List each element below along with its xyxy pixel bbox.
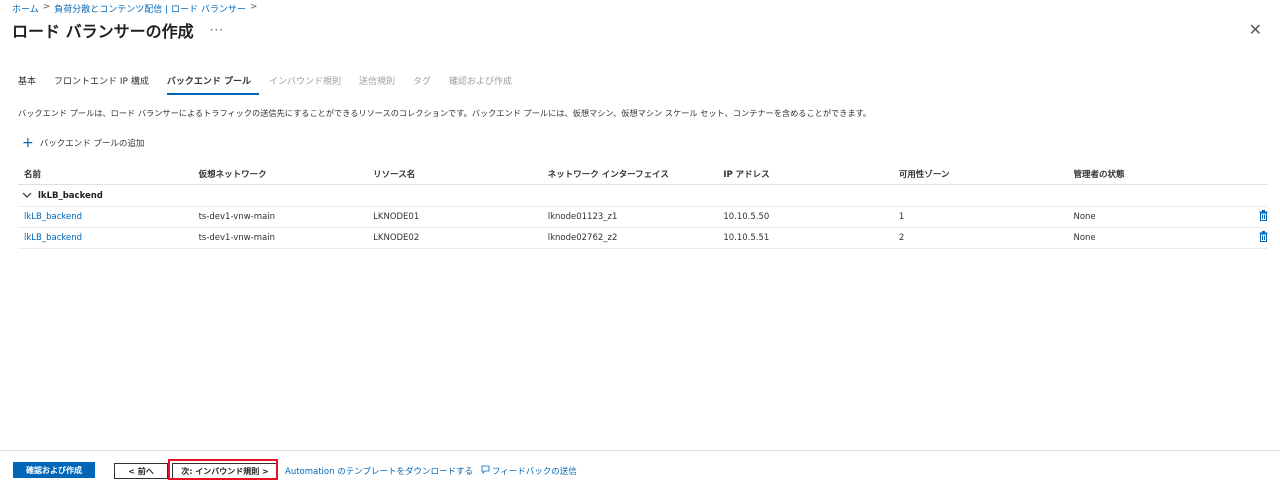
chevron-down-icon[interactable]	[22, 191, 32, 201]
highlight-box	[168, 459, 278, 480]
cell-vnet: ts-dev1-vnw-main	[198, 212, 275, 222]
cell-ip-address: 10.10.5.51	[723, 233, 770, 243]
header-vnet: 仮想ネットワーク	[198, 170, 267, 180]
table-row: lkLB_backend ts-dev1-vnw-main LKNODE01 l…	[18, 207, 1268, 228]
tab-basics[interactable]: 基本	[18, 72, 44, 95]
header-ip-address: IP アドレス	[723, 170, 770, 180]
breadcrumb-separator: >	[249, 2, 258, 12]
tab-outbound-rules[interactable]: 送信規則	[359, 72, 403, 95]
delete-icon[interactable]	[1238, 231, 1268, 245]
cell-nic: lknode01123_z1	[547, 212, 618, 222]
cell-nic: lknode02762_z2	[547, 233, 618, 243]
header-resource-name: リソース名	[373, 170, 416, 180]
more-options-icon[interactable]: ···	[210, 23, 224, 37]
cell-resource-name: LKNODE02	[373, 233, 420, 243]
cell-admin-state: None	[1073, 233, 1096, 243]
feedback-icon	[481, 465, 490, 477]
cell-admin-state: None	[1073, 212, 1096, 222]
header-admin-state: 管理者の状態	[1073, 170, 1125, 180]
tab-review-create[interactable]: 確認および作成	[449, 72, 520, 95]
description-text: バックエンド プールは、ロード バランサーによるトラフィックの送信先にすることが…	[18, 108, 872, 118]
pool-name-link[interactable]: lkLB_backend	[18, 212, 199, 222]
footer-links: Automation のテンプレートをダウンロードする フィードバックの送信	[285, 465, 577, 477]
backend-pool-table: 名前 仮想ネットワーク リソース名 ネットワーク インターフェイス IP アドレ…	[18, 164, 1268, 249]
page-title: ロード バランサーの作成	[12, 22, 194, 41]
close-icon[interactable]: ✕	[1249, 20, 1262, 39]
tab-tags[interactable]: タグ	[413, 72, 439, 95]
automation-template-link[interactable]: Automation のテンプレートをダウンロードする	[285, 465, 473, 477]
feedback-link[interactable]: フィードバックの送信	[481, 465, 577, 477]
pool-name-link[interactable]: lkLB_backend	[18, 233, 199, 243]
plus-icon: +	[22, 135, 34, 151]
add-backend-pool-button[interactable]: + バックエンド プールの追加	[22, 135, 145, 151]
breadcrumb-separator: >	[42, 2, 51, 12]
breadcrumb-load-balancer[interactable]: 負荷分散とコンテンツ配信 | ロード バランサー	[54, 2, 246, 15]
cell-vnet: ts-dev1-vnw-main	[198, 233, 275, 243]
feedback-label: フィードバックの送信	[491, 467, 577, 477]
header-nic: ネットワーク インターフェイス	[547, 170, 669, 180]
tab-inbound-rules[interactable]: インバウンド規則	[269, 72, 349, 95]
breadcrumb-home[interactable]: ホーム	[12, 2, 39, 15]
add-backend-pool-label: バックエンド プールの追加	[39, 139, 145, 149]
breadcrumb: ホーム > 負荷分散とコンテンツ配信 | ロード バランサー >	[12, 2, 257, 15]
cell-availability-zone: 1	[898, 212, 905, 222]
review-create-button[interactable]: 確認および作成	[13, 462, 95, 478]
table-row: lkLB_backend ts-dev1-vnw-main LKNODE02 l…	[18, 228, 1268, 249]
tab-bar: 基本 フロントエンド IP 構成 バックエンド プール インバウンド規則 送信規…	[18, 72, 530, 95]
group-header-row[interactable]: lkLB_backend	[18, 185, 1268, 207]
cell-availability-zone: 2	[898, 233, 905, 243]
group-label: lkLB_backend	[38, 190, 103, 201]
title-row: ロード バランサーの作成 ···	[12, 18, 224, 42]
cell-ip-address: 10.10.5.50	[723, 212, 770, 222]
delete-icon[interactable]	[1238, 210, 1268, 224]
cell-resource-name: LKNODE01	[373, 212, 420, 222]
tab-backend-pools[interactable]: バックエンド プール	[166, 72, 259, 95]
header-name: 名前	[24, 170, 42, 180]
table-header: 名前 仮想ネットワーク リソース名 ネットワーク インターフェイス IP アドレ…	[18, 164, 1268, 185]
header-availability-zone: 可用性ゾーン	[898, 170, 950, 180]
tab-frontend-ip[interactable]: フロントエンド IP 構成	[54, 72, 157, 95]
previous-button[interactable]: < 前へ	[114, 463, 168, 479]
